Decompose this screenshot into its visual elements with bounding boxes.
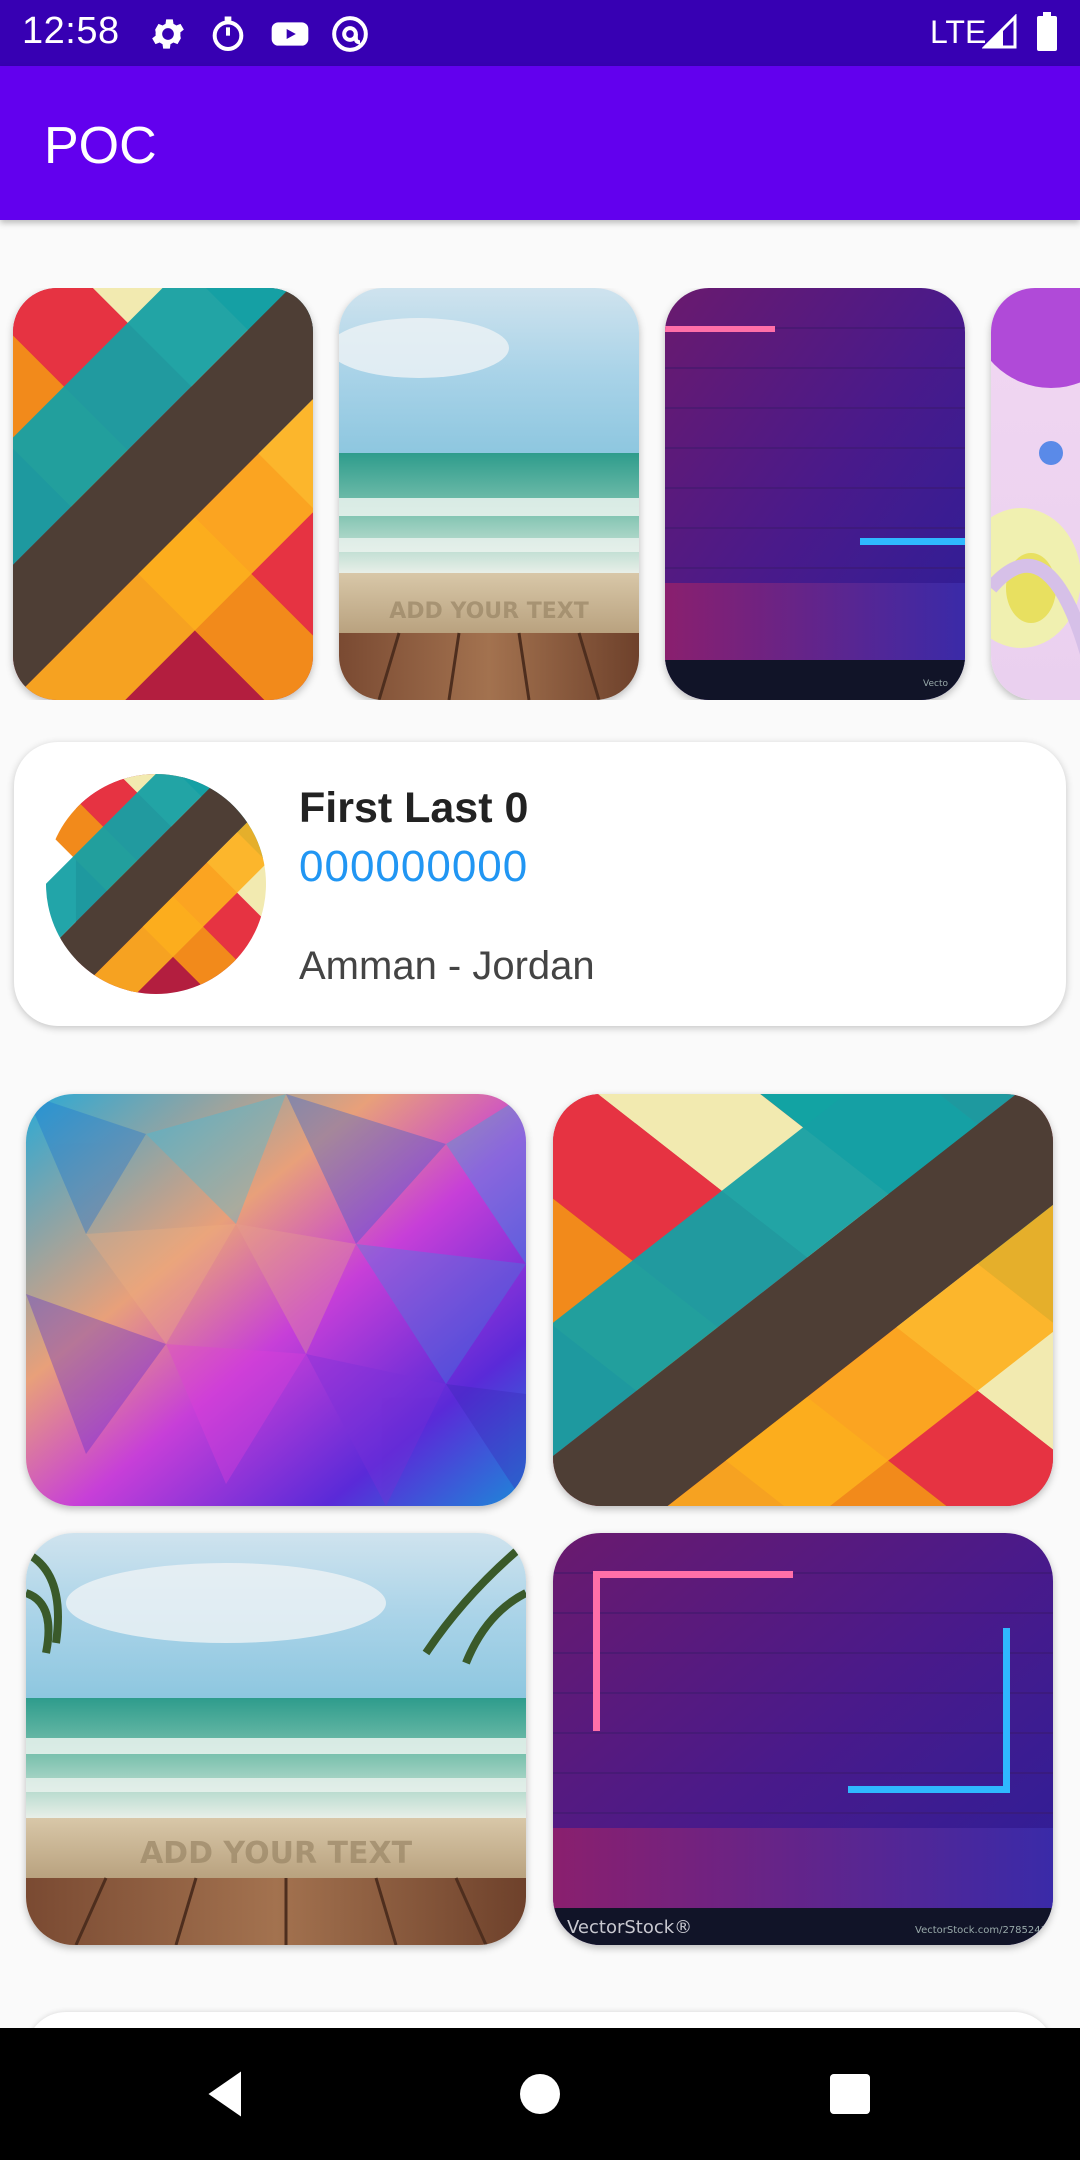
grid-item-beach[interactable]: ADD YOUR TEXT — [26, 1533, 526, 1945]
navigation-bar — [0, 2028, 1080, 2160]
carousel-item-beach[interactable]: ADD YOUR TEXT — [339, 288, 639, 700]
grid-item-polygon[interactable] — [26, 1094, 526, 1506]
at-sign-icon — [330, 14, 370, 54]
battery-icon — [1036, 12, 1058, 52]
status-time: 12:58 — [22, 10, 120, 52]
signal-icon — [982, 14, 1018, 50]
carousel-item-abstract[interactable] — [991, 288, 1080, 700]
timer-icon — [208, 14, 248, 54]
status-bar: 12:58 LTE — [0, 0, 1080, 66]
image-carousel[interactable]: ADD YOUR TEXT Vecto — [0, 288, 1080, 700]
beach-overlay-text: ADD YOUR TEXT — [389, 599, 589, 624]
carousel-item-geometric[interactable] — [13, 288, 313, 700]
home-icon[interactable] — [510, 2064, 570, 2124]
recents-icon[interactable] — [820, 2064, 880, 2124]
watermark-url: VectorStock.com/2785241 — [915, 1925, 1047, 1936]
beach-overlay-text: ADD YOUR TEXT — [140, 1836, 413, 1871]
youtube-icon — [270, 14, 310, 54]
profile-location: Amman - Jordan — [299, 944, 595, 988]
grid-item-geometric[interactable] — [553, 1094, 1053, 1506]
page-title: POC — [44, 117, 157, 175]
profile-card[interactable]: First Last 0 000000000 Amman - Jordan — [14, 742, 1066, 1026]
carousel-item-neon[interactable]: Vecto — [665, 288, 965, 700]
profile-phone[interactable]: 000000000 — [299, 842, 528, 892]
watermark-text: VectorStock® — [567, 1917, 692, 1938]
network-type: LTE — [930, 14, 987, 50]
grid-item-neon[interactable]: VectorStock® VectorStock.com/2785241 — [553, 1533, 1053, 1945]
profile-name: First Last 0 — [299, 784, 529, 832]
back-icon[interactable] — [196, 2064, 256, 2124]
settings-gear-icon — [148, 14, 188, 54]
app-bar: POC — [0, 66, 1080, 220]
svg-text:Vecto: Vecto — [923, 679, 948, 689]
avatar — [46, 774, 266, 994]
